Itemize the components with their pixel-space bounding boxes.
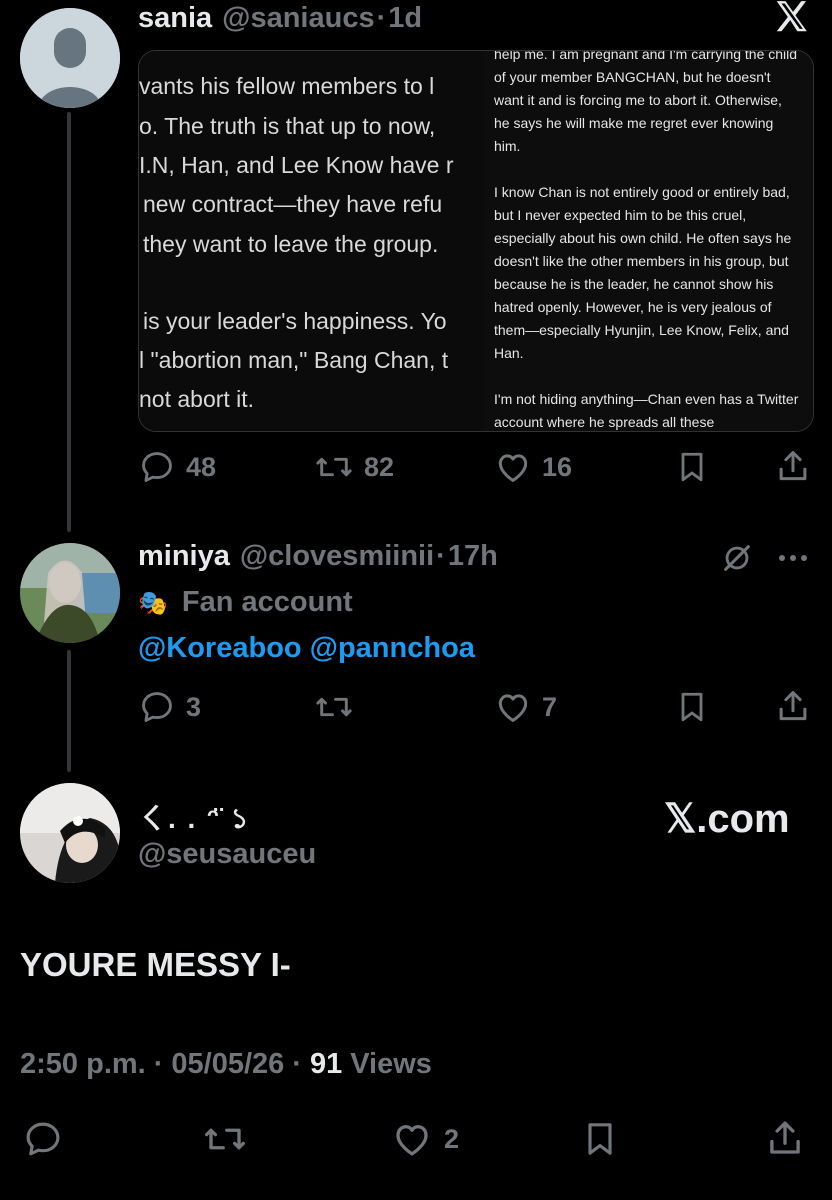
display-name[interactable]: miniya xyxy=(138,540,230,573)
reply-icon xyxy=(26,1122,60,1156)
x-logo-icon[interactable] xyxy=(772,0,812,38)
image-text-line: l "abortion man," Bang Chan, t xyxy=(139,347,449,373)
image-text-line: new contract—they have refu xyxy=(143,191,443,217)
repost-button[interactable] xyxy=(202,1118,248,1165)
avatar-default[interactable] xyxy=(20,8,120,108)
separator-dot: · xyxy=(436,540,446,572)
default-avatar-icon xyxy=(20,8,120,108)
like-count: 16 xyxy=(542,451,573,482)
reply-count: 3 xyxy=(186,691,202,722)
image-text-line: I.N, Han, and Lee Know have r xyxy=(139,152,454,178)
bookmark-button[interactable] xyxy=(674,448,710,491)
profile-photo-icon xyxy=(20,783,120,883)
share-icon xyxy=(770,1121,800,1154)
reply-count: 48 xyxy=(186,451,217,482)
display-name[interactable]: ㄑ. . ᵔ̈ ১ xyxy=(138,797,251,844)
user-handle[interactable]: @saniaucs xyxy=(222,2,374,35)
repost-button[interactable] xyxy=(314,688,364,726)
share-icon xyxy=(779,691,807,721)
avatar-seusauceu[interactable] xyxy=(20,783,120,883)
heart-icon xyxy=(396,1125,428,1156)
post-body: YOURE MESSY I- xyxy=(20,946,291,983)
image-paragraph: I'm not hiding anything—Chan even has a … xyxy=(494,391,799,430)
fan-account-badge: 🎭 Fan account xyxy=(138,586,353,619)
reply-icon xyxy=(142,692,172,722)
bookmark-icon xyxy=(681,452,703,482)
image-text-line: is your leader's happiness. Yo xyxy=(143,308,447,334)
bookmark-icon xyxy=(681,692,703,722)
share-icon xyxy=(779,451,807,481)
separator-dot: · xyxy=(292,1048,302,1080)
separator-dot: · xyxy=(376,2,387,34)
thread-line xyxy=(67,650,71,772)
repost-count: 82 xyxy=(364,451,395,482)
post-media[interactable]: vants his fellow members to l o. The tru… xyxy=(138,50,814,432)
bookmark-button[interactable] xyxy=(674,688,710,731)
post-timestamp-row: 2:50 p.m. · 05/05/26 · 91 Views xyxy=(20,1048,432,1081)
like-button[interactable]: 2 xyxy=(390,1118,459,1160)
avatar-miniya[interactable] xyxy=(20,543,120,643)
image-text-line: not abort it. xyxy=(139,386,255,412)
repost-icon xyxy=(316,457,352,477)
repost-button[interactable]: 82 xyxy=(314,448,394,486)
screenshot-image-right: help me. I am pregnant and I'm carrying … xyxy=(484,51,813,431)
bookmark-button[interactable] xyxy=(580,1118,620,1165)
image-text-line: vants his fellow members to l xyxy=(139,73,435,99)
thread-line xyxy=(67,112,71,532)
separator-dot: · xyxy=(153,1048,164,1080)
mentions-text[interactable]: @Koreaboo @pannchoa xyxy=(138,632,475,665)
views-label: Views xyxy=(350,1048,432,1080)
post-time[interactable]: 2:50 p.m. xyxy=(20,1048,146,1081)
repost-icon xyxy=(316,697,352,717)
post-header: sania @saniaucs · 1d xyxy=(138,2,422,35)
image-text-line: they want to leave the group. xyxy=(143,231,439,257)
post-header: miniya @clovesmiinii · 17h xyxy=(138,540,498,573)
image-paragraph: I know Chan is not entirely good or enti… xyxy=(494,184,792,361)
user-handle[interactable]: @clovesmiinii xyxy=(240,540,434,573)
theater-masks-icon: 🎭 xyxy=(138,590,168,617)
share-button[interactable] xyxy=(764,1116,806,1165)
image-paragraph: help me. I am pregnant and I'm carrying … xyxy=(494,51,798,154)
like-button[interactable]: 16 xyxy=(494,448,572,486)
post-date[interactable]: 05/05/26 xyxy=(171,1048,284,1081)
like-count: 7 xyxy=(542,691,558,722)
display-name[interactable]: sania xyxy=(138,2,212,35)
share-button[interactable] xyxy=(774,446,812,491)
like-button[interactable]: 7 xyxy=(494,688,557,726)
reply-icon xyxy=(142,452,172,482)
repost-icon xyxy=(204,1128,246,1150)
heart-icon xyxy=(498,454,528,482)
user-handle[interactable]: @seusauceu xyxy=(138,838,316,871)
views-count: 91 xyxy=(309,1048,343,1080)
screenshot-image-left: vants his fellow members to l o. The tru… xyxy=(139,51,484,431)
reply-button[interactable]: 3 xyxy=(138,688,201,726)
badge-label: Fan account xyxy=(181,586,353,618)
more-options-icon[interactable] xyxy=(776,548,810,573)
post-time[interactable]: 1d xyxy=(388,2,422,35)
grok-icon[interactable] xyxy=(720,541,754,580)
share-button[interactable] xyxy=(774,686,812,731)
reply-button[interactable] xyxy=(22,1118,64,1165)
x-com-logo: 𝕏.com xyxy=(664,797,790,841)
like-count: 2 xyxy=(444,1123,460,1154)
bookmark-icon xyxy=(588,1123,612,1155)
profile-photo-icon xyxy=(20,543,120,643)
reply-button[interactable]: 48 xyxy=(138,448,216,486)
heart-icon xyxy=(498,694,528,722)
image-text-line: o. The truth is that up to now, xyxy=(139,113,436,139)
post-time[interactable]: 17h xyxy=(448,540,498,573)
